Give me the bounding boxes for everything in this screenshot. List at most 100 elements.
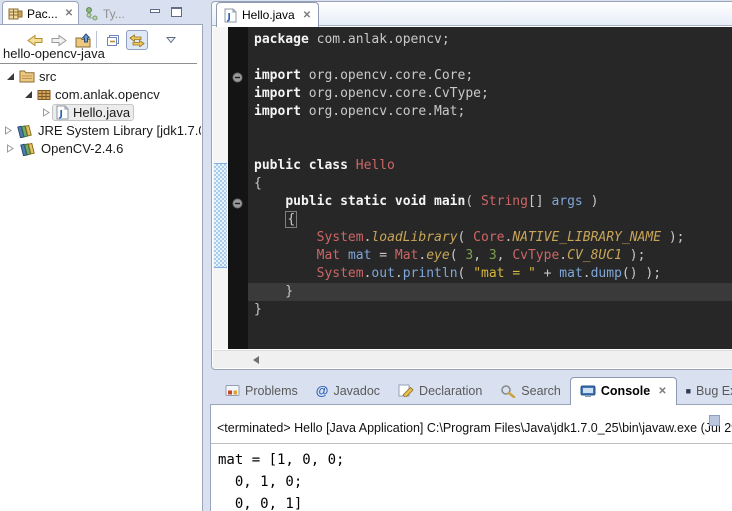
bottom-tab-strip: Problems @Javadoc Declaration Search Console… [210, 377, 732, 404]
tree-item-label: src [39, 69, 56, 84]
console-output-line: mat = [1, 0, 0; [218, 449, 344, 471]
tree-item-jre-system-library-jdk1-7-0-25[interactable]: JRE System Library [jdk1.7.0_25] [0, 121, 201, 139]
code-line [254, 139, 732, 157]
nav-forward-icon [51, 34, 67, 47]
tree-item-opencv-2-4-6[interactable]: OpenCV-2.4.6 [0, 139, 201, 157]
close-icon[interactable]: ✕ [658, 386, 666, 397]
code-line: package com.anlak.opencv; [254, 31, 732, 49]
view-tab-bug-explorer[interactable]: ■ Bug Explorer [677, 378, 732, 404]
annotation-ruler[interactable] [213, 27, 228, 349]
tree-item-label: JRE System Library [jdk1.7.0_25] [38, 123, 201, 138]
view-tab-search[interactable]: Search [491, 378, 570, 404]
editor-area: J Hello.java ✕ package com.anlak.opencv;… [211, 1, 732, 370]
project-root-label[interactable]: hello-opencv-java [3, 46, 105, 61]
fold-collapse-icon[interactable] [232, 70, 243, 88]
view-menu-button[interactable] [160, 30, 182, 50]
fold-collapse-icon[interactable] [232, 196, 243, 214]
range-indicator [214, 163, 227, 268]
view-menu-icon [166, 36, 176, 44]
expander-expanded-icon[interactable] [22, 90, 34, 99]
tree-item-label: com.anlak.opencv [55, 87, 160, 102]
code-line: { [254, 175, 732, 193]
tree-item-content: JRE System Library [jdk1.7.0_25] [13, 122, 201, 139]
type-hierarchy-icon [85, 7, 99, 21]
expander-collapsed-icon[interactable] [40, 108, 52, 117]
view-tab-label: Problems [245, 384, 298, 398]
svg-text:J: J [227, 12, 231, 22]
view-tab-javadoc[interactable]: @Javadoc [307, 378, 389, 404]
package-explorer-view: Pac...✕ Ty... hello-opencv-java src com.an… [0, 0, 204, 511]
maximize-button[interactable] [170, 7, 183, 17]
eclipse-workbench: { "colors": { "window_bg": "#d9e1f0", "e… [0, 0, 732, 511]
console-process-title: <terminated> Hello [Java Application] C:… [217, 421, 732, 435]
console-toolbar-icon[interactable] [709, 415, 720, 426]
tree-item-src[interactable]: src [0, 67, 201, 85]
package-icon [37, 88, 51, 101]
tree-item-com-anlak-opencv[interactable]: com.anlak.opencv [0, 85, 201, 103]
code-line [254, 49, 732, 67]
expander-collapsed-icon[interactable] [4, 126, 13, 135]
package-explorer-icon [8, 7, 23, 21]
horizontal-scrollbar[interactable] [213, 350, 732, 368]
package-explorer-body: hello-opencv-java src com.anlak.opencv JHe… [0, 24, 203, 511]
code-line: import org.opencv.core.Core; [254, 67, 732, 85]
bottom-view-area: Problems @Javadoc Declaration Search Console… [210, 377, 732, 511]
tree-item-label: OpenCV-2.4.6 [41, 141, 123, 156]
folding-gutter[interactable] [228, 27, 248, 349]
folder-icon [19, 69, 35, 83]
view-tab-label: Ty... [103, 7, 125, 21]
code-line: public static void main( String[] args ) [254, 193, 732, 211]
tree-item-content: OpenCV-2.4.6 [16, 140, 126, 157]
console-separator [211, 443, 732, 444]
collapse-all-icon [106, 34, 120, 47]
view-tab-problems[interactable]: Problems [216, 378, 307, 404]
java-file-icon: J [56, 105, 69, 120]
library-icon [16, 123, 34, 138]
view-tab-label: Search [521, 384, 561, 398]
console-output-line: 0, 0, 1] [218, 493, 344, 511]
expander-expanded-icon[interactable] [4, 72, 16, 81]
editor-tab-hello-java[interactable]: J Hello.java ✕ [216, 2, 319, 27]
project-underline [0, 63, 197, 64]
code-line: Mat mat = Mat.eye( 3, 3, CvType.CV_8UC1 … [254, 247, 732, 265]
console-output-line: 0, 1, 0; [218, 471, 344, 493]
link-with-editor-icon [128, 34, 146, 47]
tree-item-content: src [16, 68, 59, 85]
console-view: <terminated> Hello [Java Application] C:… [210, 404, 732, 511]
library-icon [19, 141, 37, 156]
code-line: import org.opencv.core.CvType; [254, 85, 732, 103]
console-output[interactable]: mat = [1, 0, 0; 0, 1, 0; 0, 0, 1] [218, 449, 344, 511]
tree-item-content: JHello.java [52, 104, 134, 121]
code-line: { [254, 211, 732, 229]
view-tab-pac[interactable]: Pac...✕ [2, 1, 79, 25]
link-with-editor-button[interactable] [126, 30, 148, 50]
view-tab-label: Declaration [419, 384, 482, 398]
editor-tab-label: Hello.java [242, 8, 295, 22]
expander-collapsed-icon[interactable] [4, 144, 16, 153]
nav-back-icon [27, 34, 43, 47]
tree-item-content: com.anlak.opencv [34, 86, 163, 103]
code-line: import org.opencv.core.Mat; [254, 103, 732, 121]
view-tab-declaration[interactable]: Declaration [389, 378, 491, 404]
code-area[interactable]: package com.anlak.opencv; import org.open… [248, 27, 732, 349]
minimize-button[interactable] [149, 7, 162, 17]
collapse-all-button[interactable] [102, 30, 124, 50]
view-tab-console[interactable]: Console✕ [570, 377, 677, 405]
tree-item-hello-java[interactable]: JHello.java [0, 103, 201, 121]
code-line: System.out.println( "mat = " + mat.dump(… [254, 265, 732, 283]
problems-icon [225, 384, 240, 397]
close-icon[interactable]: ✕ [65, 8, 73, 19]
view-tab-label: Javadoc [333, 384, 380, 398]
minimize-icon [150, 9, 160, 13]
code-line: public class Hello [254, 157, 732, 175]
svg-text:J: J [59, 109, 63, 119]
bug-icon: ■ [686, 386, 691, 396]
scroll-left-icon[interactable] [253, 356, 259, 364]
code-line: System.loadLibrary( Core.NATIVE_LIBRARY_… [254, 229, 732, 247]
project-tree: src com.anlak.opencv JHello.java JRE System… [0, 67, 201, 511]
code-line [254, 121, 732, 139]
editor-body: package com.anlak.opencv; import org.open… [213, 27, 732, 349]
close-icon[interactable]: ✕ [303, 10, 311, 21]
view-tab-label: Bug Explorer [696, 384, 732, 398]
view-tab-ty[interactable]: Ty... [80, 4, 130, 24]
